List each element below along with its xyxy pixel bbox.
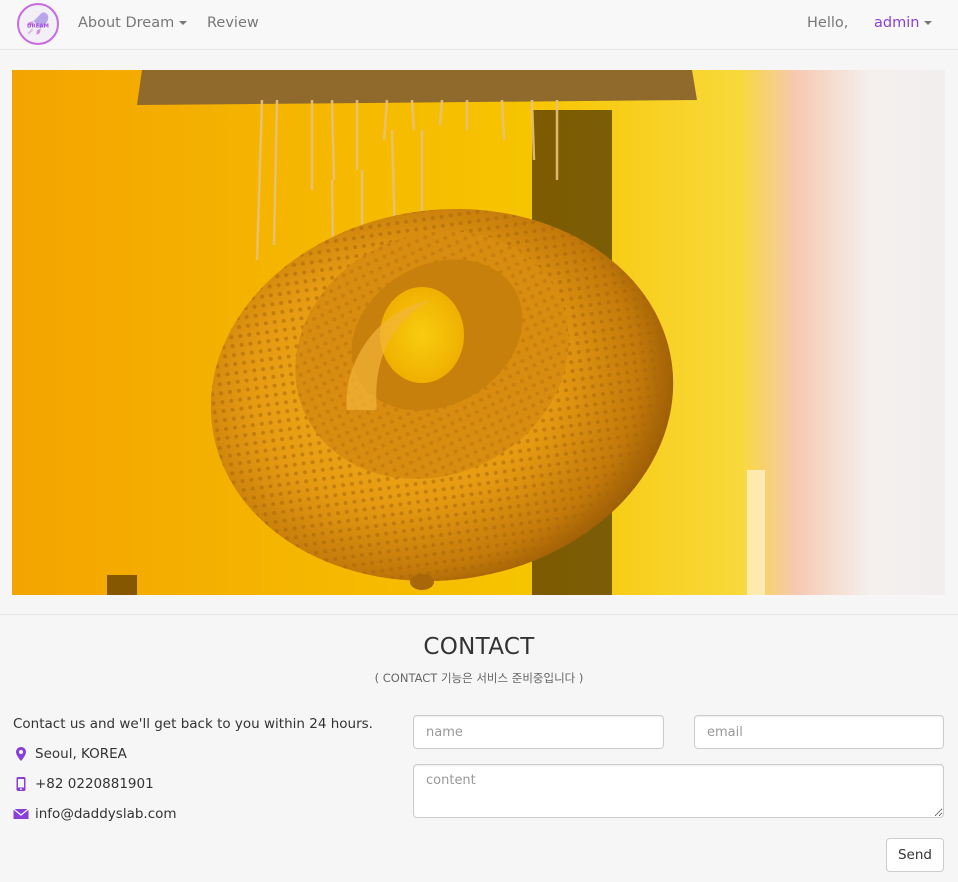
user-menu[interactable]: admin [874,15,933,31]
section-divider [0,614,958,615]
contact-subtitle: ( CONTACT 기능은 서비스 준비중입니다 ) [374,671,584,685]
chevron-down-icon [179,21,188,25]
chevron-down-icon [924,21,933,25]
hero-image [12,70,945,595]
navbar: DREAM About Dream Review Hello, admin [0,0,958,50]
nav-about-dream[interactable]: About Dream [78,15,188,31]
nav-review[interactable]: Review [207,15,259,31]
phone-text: +82 0220881901 [35,776,154,792]
contact-phone: +82 0220881901 [13,774,154,794]
envelope-icon [13,806,29,822]
name-input[interactable] [413,715,664,749]
send-button[interactable]: Send [886,838,944,872]
location-text: Seoul, KOREA [35,746,127,762]
contact-intro: Contact us and we'll get back to you wit… [13,716,373,732]
nav-about-dream-label: About Dream [78,15,175,31]
svg-text:DREAM: DREAM [27,24,49,30]
content-textarea[interactable] [413,764,944,818]
dream-logo[interactable]: DREAM [17,3,59,45]
rocket-logo-icon: DREAM [19,5,57,43]
mobile-phone-icon [13,776,29,792]
email-text[interactable]: info@daddyslab.com [35,806,177,822]
greeting-label: Hello, [807,15,849,31]
contact-location: Seoul, KOREA [13,744,127,764]
user-menu-label: admin [874,15,920,31]
contact-title: CONTACT [423,634,535,660]
map-marker-icon [13,746,29,762]
contact-email: info@daddyslab.com [13,804,177,824]
nav-review-label: Review [207,15,259,31]
hero-3d-print-illustration [12,70,945,595]
greeting-text: Hello, [807,15,848,31]
email-input[interactable] [694,715,944,749]
